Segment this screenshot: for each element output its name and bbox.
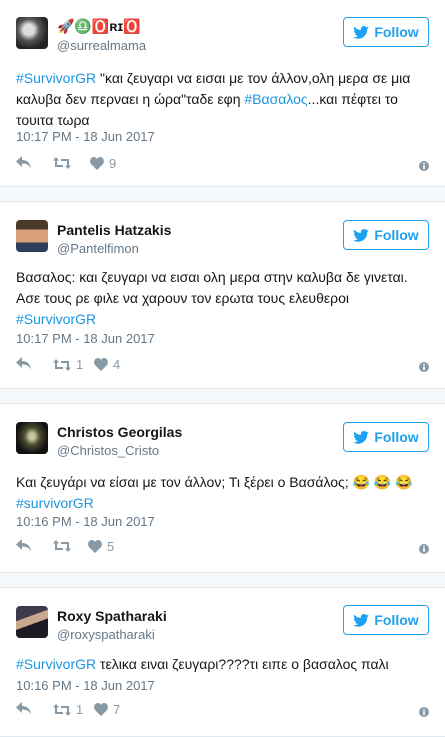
reply-button[interactable] — [16, 156, 32, 170]
retweet-button[interactable]: 1 — [53, 357, 83, 372]
info-icon — [419, 707, 429, 717]
retweet-icon — [53, 358, 71, 371]
tweet-text: Βασαλος: και ζευγαρι να εισαι ολη μερα σ… — [16, 269, 408, 327]
heart-icon — [90, 157, 104, 170]
avatar[interactable] — [16, 220, 48, 252]
tweet-card: Pantelis Hatzakis @Pantelfimon Follow Βα… — [0, 201, 445, 389]
avatar[interactable] — [16, 606, 48, 638]
hashtag-link[interactable]: #SurvivorGR — [16, 70, 96, 86]
tweet-text: #SurvivorGR "και ζευγαρι να εισαι με τον… — [16, 70, 411, 128]
like-count: 5 — [107, 539, 115, 554]
tweet-card: Roxy Spatharaki @roxyspatharaki Follow #… — [0, 587, 445, 737]
follow-button[interactable]: Follow — [343, 422, 429, 452]
tweet-timestamp[interactable]: 10:16 PM - 18 Jun 2017 — [16, 514, 155, 529]
like-button[interactable]: 9 — [90, 156, 116, 171]
retweet-icon — [53, 703, 71, 716]
info-icon — [419, 161, 429, 171]
tweet-text: Και ζευγάρι να είσαι με τον άλλον; Τι ξέ… — [16, 474, 413, 511]
tweet-actions: 1 7 — [16, 702, 429, 720]
twitter-bird-icon — [353, 613, 370, 627]
info-icon — [419, 362, 429, 372]
retweet-count: 1 — [76, 357, 84, 372]
heart-icon — [88, 540, 102, 553]
user-handle[interactable]: @surrealmama — [57, 38, 146, 53]
like-count: 9 — [109, 156, 117, 171]
reply-button[interactable] — [16, 702, 32, 716]
follow-button[interactable]: Follow — [343, 17, 429, 47]
retweet-count: 1 — [76, 702, 84, 717]
follow-label: Follow — [374, 429, 419, 445]
avatar[interactable] — [16, 17, 48, 49]
user-name[interactable]: Pantelis Hatzakis — [57, 222, 171, 238]
twitter-bird-icon — [353, 228, 370, 242]
heart-icon — [94, 703, 108, 716]
follow-button[interactable]: Follow — [343, 605, 429, 635]
like-button[interactable]: 5 — [88, 539, 114, 554]
retweet-button[interactable] — [53, 156, 76, 170]
retweet-icon — [53, 540, 71, 552]
user-name[interactable]: Roxy Spatharaki — [57, 608, 167, 624]
like-button[interactable]: 7 — [94, 702, 120, 717]
info-button[interactable] — [419, 541, 429, 559]
hashtag-link[interactable]: #SurvivorGR — [16, 311, 96, 327]
tweet-timestamp[interactable]: 10:17 PM - 18 Jun 2017 — [16, 331, 155, 346]
tweet-card: 🚀♎️🅾️ʀɪ🅾️ @surrealmama Follow #SurvivorG… — [0, 0, 445, 187]
reply-icon — [16, 539, 31, 552]
user-handle[interactable]: @Christos_Cristo — [57, 443, 159, 458]
tweet-actions: 9 — [16, 156, 429, 174]
follow-button[interactable]: Follow — [343, 220, 429, 250]
retweet-icon — [53, 157, 71, 169]
tweet-actions: 1 4 — [16, 357, 429, 375]
like-count: 4 — [113, 357, 121, 372]
like-button[interactable]: 4 — [94, 357, 120, 372]
follow-label: Follow — [374, 227, 419, 243]
tweet-card: Christos Georgilas @Christos_Cristo Foll… — [0, 403, 445, 573]
avatar[interactable] — [16, 422, 48, 454]
follow-label: Follow — [374, 612, 419, 628]
reply-button[interactable] — [16, 539, 32, 553]
retweet-button[interactable]: 1 — [53, 702, 83, 717]
reply-icon — [16, 702, 31, 715]
follow-label: Follow — [374, 24, 419, 40]
tweet-actions: 5 — [16, 539, 429, 557]
user-handle[interactable]: @roxyspatharaki — [57, 627, 155, 642]
user-name[interactable]: Christos Georgilas — [57, 424, 182, 440]
hashtag-link[interactable]: #Βασαλος — [244, 91, 307, 107]
tweet-text: #SurvivorGR τελικα ειναι ζευγαρι????τι ε… — [16, 656, 389, 672]
twitter-bird-icon — [353, 25, 370, 39]
user-handle[interactable]: @Pantelfimon — [57, 241, 139, 256]
hashtag-link[interactable]: #SurvivorGR — [16, 656, 96, 672]
tweet-timestamp[interactable]: 10:17 PM - 18 Jun 2017 — [16, 129, 155, 144]
retweet-button[interactable] — [53, 539, 76, 553]
reply-icon — [16, 156, 31, 169]
info-button[interactable] — [419, 704, 429, 722]
reply-icon — [16, 357, 31, 370]
user-name[interactable]: 🚀♎️🅾️ʀɪ🅾️ — [57, 18, 141, 35]
heart-icon — [94, 358, 108, 371]
info-button[interactable] — [419, 359, 429, 377]
twitter-bird-icon — [353, 430, 370, 444]
reply-button[interactable] — [16, 357, 32, 371]
tweet-timestamp[interactable]: 10:16 PM - 18 Jun 2017 — [16, 678, 155, 693]
hashtag-link[interactable]: #survivorGR — [16, 495, 94, 511]
info-icon — [419, 544, 429, 554]
like-count: 7 — [113, 702, 121, 717]
info-button[interactable] — [419, 158, 429, 176]
